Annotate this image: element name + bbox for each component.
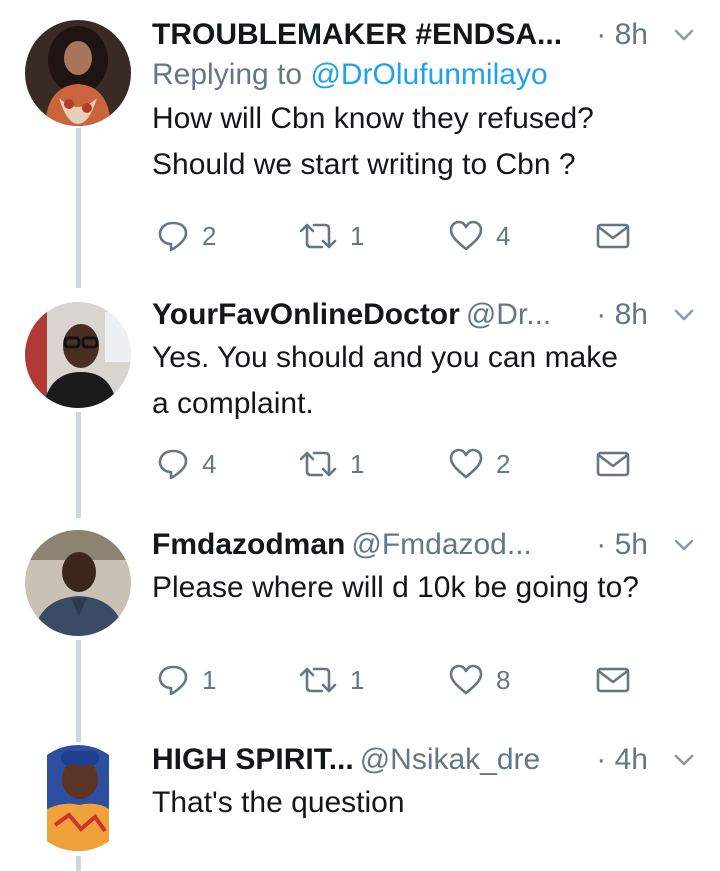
timestamp[interactable]: · 8h bbox=[596, 15, 648, 55]
avatar[interactable] bbox=[25, 302, 131, 408]
reply-button[interactable]: 4 bbox=[156, 444, 216, 484]
dm-button[interactable] bbox=[596, 216, 642, 256]
reply-count: 1 bbox=[202, 664, 217, 695]
tweet[interactable]: TROUBLEMAKER #ENDSA... · 8h Replying to … bbox=[152, 15, 720, 252]
heart-icon bbox=[449, 220, 483, 251]
replying-to-label: Replying to bbox=[152, 58, 303, 91]
tweet-text-line: Please where will d 10k be going to? bbox=[152, 571, 639, 604]
retweet-button[interactable]: 1 bbox=[298, 216, 364, 256]
tweet-text: Please where will d 10k be going to? bbox=[152, 565, 720, 611]
dm-button[interactable] bbox=[596, 660, 642, 700]
user-handle[interactable]: @Nsikak_dre bbox=[360, 743, 541, 776]
thread-line bbox=[76, 640, 81, 742]
timestamp[interactable]: · 4h bbox=[596, 740, 648, 780]
mention-link[interactable]: @DrOlufunmilayo bbox=[310, 58, 547, 91]
heart-icon bbox=[449, 448, 483, 479]
tweet-text-line: How will Cbn know they refused? bbox=[152, 102, 594, 135]
user-handle[interactable]: @Dr... bbox=[466, 298, 551, 331]
tweet-text: How will Cbn know they refused? Should w… bbox=[152, 96, 720, 188]
thread-line bbox=[76, 856, 81, 871]
avatar[interactable] bbox=[25, 20, 131, 126]
tweet[interactable]: YourFavOnlineDoctor @Dr... · 8h Yes. You … bbox=[152, 295, 720, 480]
reply-icon bbox=[158, 221, 188, 252]
display-name[interactable]: TROUBLEMAKER #ENDSA... bbox=[152, 18, 562, 51]
avatar[interactable] bbox=[25, 745, 131, 851]
heart-icon bbox=[449, 664, 483, 695]
retweet-count: 1 bbox=[350, 220, 365, 251]
tweet-actions: 1 1 8 bbox=[152, 660, 632, 700]
reply-icon bbox=[158, 665, 188, 696]
like-button[interactable]: 2 bbox=[448, 444, 510, 484]
tweet[interactable]: Fmdazodman @Fmdazod... · 5h Please where … bbox=[152, 525, 720, 696]
retweet-icon bbox=[299, 451, 337, 477]
tweet-header: HIGH SPIRIT... @Nsikak_dre · 4h bbox=[152, 740, 720, 780]
timestamp[interactable]: · 5h bbox=[596, 525, 648, 565]
tweet-text: That's the question bbox=[152, 780, 720, 826]
tweet-text-line: That's the question bbox=[152, 786, 405, 819]
display-name[interactable]: Fmdazodman bbox=[152, 528, 345, 561]
retweet-button[interactable]: 1 bbox=[298, 444, 364, 484]
envelope-icon bbox=[596, 667, 630, 693]
tweet-text-line: Yes. You should and you can make bbox=[152, 341, 618, 374]
like-count: 2 bbox=[496, 448, 511, 479]
display-name[interactable]: HIGH SPIRIT... bbox=[152, 743, 354, 776]
tweet-text-line: a complaint. bbox=[152, 387, 314, 420]
like-button[interactable]: 4 bbox=[448, 216, 510, 256]
envelope-icon bbox=[596, 451, 630, 477]
tweet-text-line: Should we start writing to Cbn ? bbox=[152, 148, 576, 181]
envelope-icon bbox=[596, 223, 630, 249]
retweet-count: 1 bbox=[350, 448, 365, 479]
dm-button[interactable] bbox=[596, 444, 642, 484]
like-count: 4 bbox=[496, 220, 511, 251]
chevron-down-icon[interactable] bbox=[674, 535, 694, 555]
tweet-actions: 2 1 4 bbox=[152, 216, 632, 256]
avatar[interactable] bbox=[25, 530, 131, 636]
like-button[interactable]: 8 bbox=[448, 660, 510, 700]
like-count: 8 bbox=[496, 664, 511, 695]
retweet-icon bbox=[299, 667, 337, 693]
tweet-header: YourFavOnlineDoctor @Dr... · 8h bbox=[152, 295, 720, 335]
display-name[interactable]: YourFavOnlineDoctor bbox=[152, 298, 460, 331]
retweet-icon bbox=[299, 223, 337, 249]
reply-icon bbox=[158, 449, 188, 480]
retweet-button[interactable]: 1 bbox=[298, 660, 364, 700]
thread-line bbox=[76, 412, 81, 518]
tweet-actions: 4 1 2 bbox=[152, 444, 632, 484]
reply-count: 2 bbox=[202, 220, 217, 251]
thread-line bbox=[76, 128, 81, 288]
tweet[interactable]: HIGH SPIRIT... @Nsikak_dre · 4h That's th… bbox=[152, 740, 720, 826]
reply-button[interactable]: 2 bbox=[156, 216, 216, 256]
reply-button[interactable]: 1 bbox=[156, 660, 216, 700]
user-handle[interactable]: @Fmdazod... bbox=[351, 528, 532, 561]
reply-count: 4 bbox=[202, 448, 217, 479]
replying-to: Replying to @DrOlufunmilayo bbox=[152, 55, 720, 95]
retweet-count: 1 bbox=[350, 664, 365, 695]
chevron-down-icon[interactable] bbox=[674, 305, 694, 325]
timestamp[interactable]: · 8h bbox=[596, 295, 648, 335]
tweet-header: TROUBLEMAKER #ENDSA... · 8h bbox=[152, 15, 720, 55]
chevron-down-icon[interactable] bbox=[674, 25, 694, 45]
chevron-down-icon[interactable] bbox=[674, 750, 694, 770]
tweet-text: Yes. You should and you can make a compl… bbox=[152, 335, 720, 427]
tweet-header: Fmdazodman @Fmdazod... · 5h bbox=[152, 525, 720, 565]
